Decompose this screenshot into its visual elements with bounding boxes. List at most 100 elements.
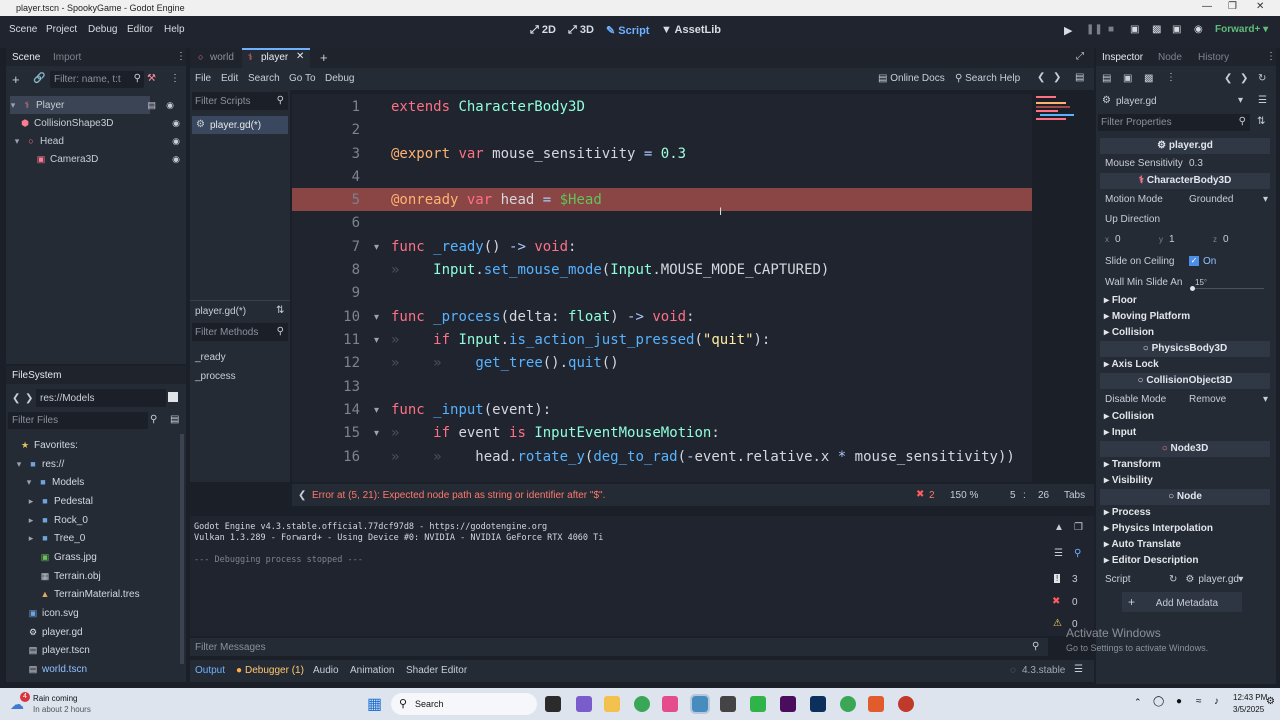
tab-import[interactable]: Import [53,52,81,63]
warnings-icon[interactable]: ⚠ [1053,618,1062,629]
property-value[interactable]: player.gd [1198,574,1239,585]
sort-methods-icon[interactable]: ⇅ [276,305,284,316]
visibility-eye-icon[interactable]: ◉ [172,154,180,165]
collapse-icon[interactable]: ☰ [1054,548,1063,559]
expand-arrow-icon[interactable]: ▸ [26,533,36,544]
load-resource-icon[interactable]: ▣ [1123,73,1132,84]
zoom-level[interactable]: 150 % [950,490,978,501]
microphone-icon[interactable]: ● [1176,696,1182,707]
fs-item-terrain-material[interactable]: ▲ TerrainMaterial.tres [40,585,140,603]
workspace-3d-button[interactable]: ⤢ 3D [568,24,594,37]
chrome-icon[interactable] [634,696,650,712]
distraction-free-icon[interactable]: ⤢ [1076,51,1084,62]
file-explorer-icon[interactable] [604,696,620,712]
editor-tab-world[interactable]: ○ world [192,48,240,68]
expand-arrow-icon[interactable]: ▸ [26,496,36,507]
back-arrow-icon[interactable]: ❮ [12,393,20,404]
godot-icon[interactable] [690,694,710,714]
menu-editor[interactable]: Editor [127,24,153,35]
workspace-script-button[interactable]: ✎ Script [606,24,649,37]
script-menu-edit[interactable]: Edit [221,73,238,84]
chevron-down-icon[interactable]: ▾ [1238,574,1243,585]
script-menu-search[interactable]: Search [248,73,280,84]
error-icon[interactable]: ✖ [916,489,924,500]
scene-menu-icon[interactable]: ⋮ [170,73,180,84]
method-item-ready[interactable]: _ready [195,352,226,363]
resource-menu-icon[interactable]: ⋮ [1166,72,1176,83]
close-window-icon[interactable]: ✕ [1256,1,1264,12]
script-menu-debug[interactable]: Debug [325,73,354,84]
movie-maker-icon[interactable]: ◉ [1194,24,1203,35]
tab-output[interactable]: Output [195,665,225,676]
property-value[interactable]: Remove [1189,394,1263,405]
minimize-icon[interactable]: — [1202,1,1212,12]
tree-node-collisionshape[interactable]: ⬢ CollisionShape3D ◉ [20,114,186,132]
tray-chevron-icon[interactable]: ⌃ [1134,697,1142,708]
play-scene-icon[interactable]: ▩ [1152,24,1161,35]
forward-arrow-icon[interactable]: ❯ [25,393,33,404]
link-icon[interactable]: 🔗 [33,73,45,84]
chevron-down-icon[interactable]: ▾ [1238,95,1243,106]
fs-item-player-tscn[interactable]: ▤ player.tscn [28,641,90,659]
sort-icon[interactable]: ▤ [170,414,179,425]
group-collision[interactable]: ▸ Collision [1104,327,1154,338]
fs-item-icon-svg[interactable]: ▣ icon.svg [28,604,79,622]
windows-start-icon[interactable]: ▦ [367,694,382,714]
close-tab-icon[interactable]: ✕ [296,51,304,62]
copy-output-icon[interactable]: ❐ [1074,522,1083,533]
new-resource-icon[interactable]: ▤ [1102,73,1111,84]
property-disable-mode[interactable]: Disable Mode Remove ▾ [1100,390,1270,408]
renderer-select[interactable]: Forward+ ▾ [1215,24,1268,35]
method-item-process[interactable]: _process [195,371,236,382]
tray-icon[interactable]: ◯ [1153,696,1164,707]
fs-item-terrain-obj[interactable]: ▦ Terrain.obj [40,567,101,585]
property-value[interactable]: 15 [1195,278,1204,287]
property-script[interactable]: Script ↻ ⚙ player.gd ▾ [1100,570,1270,588]
visibility-eye-icon[interactable]: ◉ [172,118,180,129]
tab-filesystem[interactable]: FileSystem [12,370,61,381]
app-icon[interactable] [868,696,884,712]
tab-node[interactable]: Node [1158,52,1182,63]
scene-tool-icon[interactable]: ⚒ [147,73,156,84]
checkbox-checked-icon[interactable]: ✓ [1189,256,1199,266]
play-icon[interactable]: ▶ [1064,24,1072,37]
fold-arrow-icon[interactable]: ▾ [374,242,379,253]
object-properties-icon[interactable]: ☰ [1258,95,1267,106]
visibility-eye-icon[interactable]: ◉ [172,136,180,147]
up-z-value[interactable]: 0 [1223,234,1229,245]
group-axis-lock[interactable]: ▸ Axis Lock [1104,359,1159,370]
collapse-arrow-icon[interactable]: ▾ [14,459,24,470]
methods-filter-input[interactable]: Filter Methods ⚲ [192,323,288,341]
history-back-icon[interactable]: ❮ [1224,73,1232,84]
collapse-arrow-icon[interactable]: ▾ [12,136,22,147]
category-physicsbody3d[interactable]: ○ PhysicsBody3D [1100,341,1270,357]
inspector-filter-input[interactable]: Filter Properties ⚲ [1098,114,1250,131]
menu-debug[interactable]: Debug [88,24,117,35]
app-icon[interactable] [720,696,736,712]
tab-animation[interactable]: Animation [350,665,394,676]
history-forward-icon[interactable]: ❯ [1053,72,1061,83]
stop-icon[interactable]: ■ [1108,24,1114,35]
taskbar-search-box[interactable]: ⚲ Search [391,693,537,715]
task-view-icon[interactable] [545,696,561,712]
property-value[interactable]: 0.3 [1189,158,1203,169]
code-minimap[interactable] [1034,94,1090,124]
reload-icon[interactable]: ↻ [1169,574,1177,585]
error-message[interactable]: Error at (5, 21): Expected node path as … [312,490,605,501]
fs-item-models[interactable]: ▾ ■ Models [24,473,85,491]
tab-scene[interactable]: Scene [12,52,40,63]
script-icon[interactable]: ▤ [147,100,156,111]
workspace-2d-button[interactable]: ⤢ 2D [530,24,556,37]
fold-arrow-icon[interactable]: ▾ [374,405,379,416]
output-filter-input[interactable]: Filter Messages ⚲ [190,638,1048,656]
fs-item-tree[interactable]: ▸ ■ Tree_0 [26,529,86,547]
group-editor-description[interactable]: ▸ Editor Description [1104,555,1199,566]
property-value[interactable]: Grounded [1189,194,1263,205]
category-characterbody3d[interactable]: ⚕ CharacterBody3D [1100,173,1270,189]
tree-node-player[interactable]: ▾ ⚕ Player ▤ ◉ [8,96,180,114]
layout-toggle-icon[interactable] [168,392,178,402]
app-icon[interactable] [898,696,914,712]
tree-node-camera[interactable]: ▣ Camera3D ◉ [36,150,186,168]
group-process[interactable]: ▸ Process [1104,507,1151,518]
group-visibility[interactable]: ▸ Visibility [1104,475,1153,486]
